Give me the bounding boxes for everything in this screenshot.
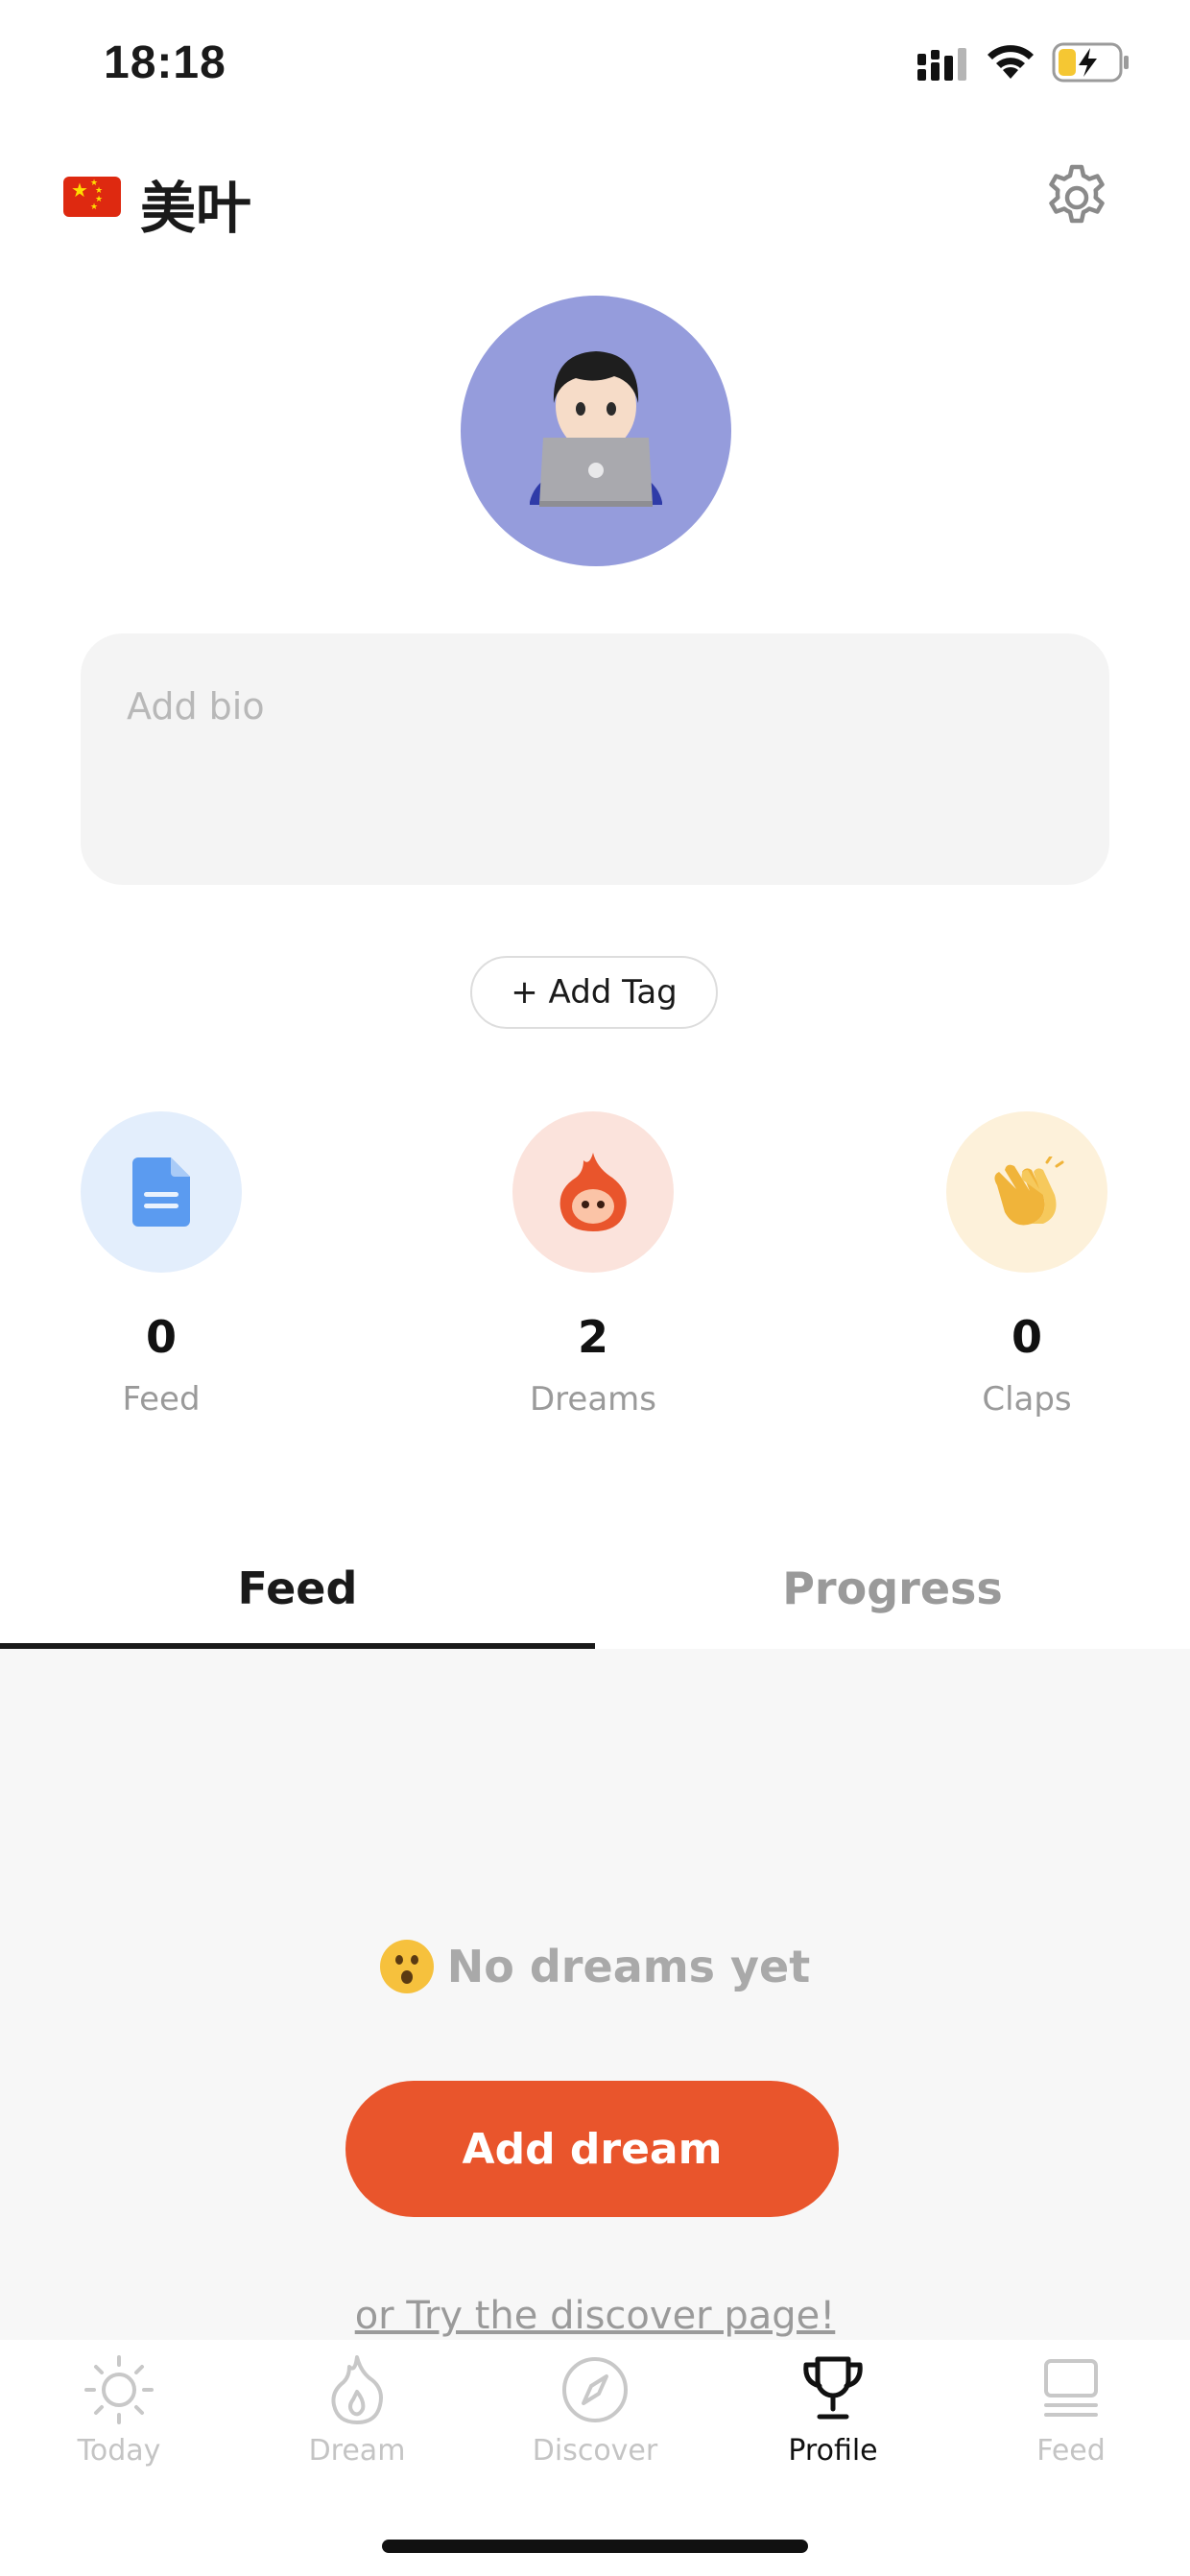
document-icon <box>132 1157 190 1227</box>
stat-feed-value: 0 <box>145 1311 177 1363</box>
nav-label-dream: Dream <box>308 2434 406 2468</box>
feed-cards-icon <box>1044 2359 1098 2417</box>
nav-item-feed[interactable]: Feed <box>952 2353 1190 2468</box>
add-tag-button[interactable]: + Add Tag <box>470 956 718 1029</box>
bio-input[interactable]: Add bio <box>81 633 1109 885</box>
stat-claps-label: Claps <box>982 1380 1072 1419</box>
nav-item-discover[interactable]: Discover <box>476 2353 714 2468</box>
stat-feed-label: Feed <box>122 1380 201 1419</box>
nav-item-today[interactable]: Today <box>0 2353 238 2468</box>
battery-charging-icon <box>1052 42 1129 83</box>
cellular-signal-icon <box>917 48 966 81</box>
empty-state-message: No dreams yet <box>0 1939 1190 1997</box>
stat-claps-value: 0 <box>1011 1311 1042 1363</box>
avatar[interactable] <box>461 296 731 566</box>
flame-mascot-icon <box>559 1153 627 1231</box>
compass-icon <box>562 2357 628 2422</box>
nav-label-discover: Discover <box>532 2434 658 2468</box>
nav-item-dream[interactable]: Dream <box>238 2353 476 2468</box>
clapping-hands-icon <box>994 1157 1064 1226</box>
tab-feed[interactable]: Feed <box>0 1562 595 1614</box>
trophy-icon <box>803 2356 863 2420</box>
stat-dreams-value: 2 <box>577 1311 608 1363</box>
nav-label-feed: Feed <box>1036 2434 1106 2468</box>
nav-item-profile[interactable]: Profile <box>714 2353 952 2468</box>
discover-page-link[interactable]: or Try the discover page! <box>0 2294 1190 2338</box>
home-indicator <box>382 2540 808 2553</box>
status-time: 18:18 <box>104 37 226 88</box>
flame-icon <box>331 2355 383 2424</box>
stat-dreams-circle[interactable] <box>512 1111 674 1273</box>
stat-feed-circle[interactable] <box>81 1111 242 1273</box>
sun-icon <box>84 2355 154 2424</box>
stat-dreams-label: Dreams <box>530 1380 656 1419</box>
stat-claps-circle[interactable] <box>946 1111 1107 1273</box>
wifi-icon <box>988 45 1034 79</box>
china-flag-icon: ★ ★ ★ ★ ★ <box>63 177 121 217</box>
hushed-face-emoji <box>379 1939 434 1993</box>
nav-label-today: Today <box>77 2434 161 2468</box>
man-technologist-emoji <box>530 351 662 507</box>
gear-icon[interactable] <box>1042 163 1111 232</box>
nav-label-profile: Profile <box>788 2434 878 2468</box>
tab-progress[interactable]: Progress <box>595 1562 1190 1614</box>
empty-state-text: No dreams yet <box>446 1941 811 1992</box>
add-dream-button[interactable]: Add dream <box>345 2081 839 2217</box>
profile-username: 美叶 <box>140 176 252 241</box>
